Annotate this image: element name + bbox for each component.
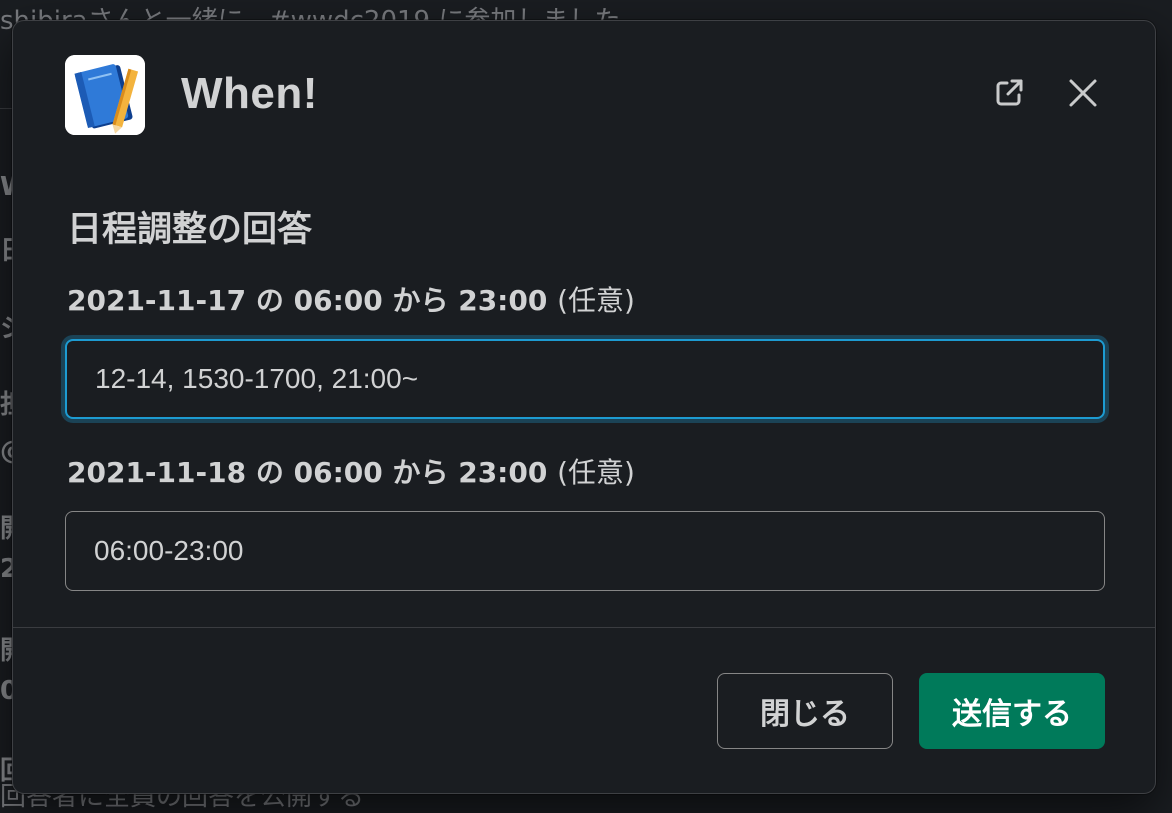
modal-title: When! — [181, 69, 318, 118]
close-icon — [1067, 77, 1099, 113]
field-label-2021-11-18: 2021-11-18 の 06:00 から 23:00 (任意) — [67, 451, 635, 491]
field-label-text: 2021-11-17 の 06:00 から 23:00 — [67, 284, 548, 317]
field-label-text: 2021-11-18 の 06:00 から 23:00 — [67, 456, 548, 489]
field-label-2021-11-17: 2021-11-17 の 06:00 から 23:00 (任意) — [67, 279, 635, 319]
close-modal-button[interactable] — [1063, 75, 1103, 115]
submit-button[interactable]: 送信する — [919, 673, 1105, 749]
optional-tag: (任意) — [557, 284, 635, 317]
footer-divider — [13, 627, 1155, 628]
notebook-app-icon — [65, 55, 145, 135]
close-button[interactable]: 閉じる — [717, 673, 893, 749]
input-value: 06:00-23:00 — [94, 535, 244, 566]
availability-input-2021-11-18[interactable]: 06:00-23:00 — [65, 511, 1105, 591]
availability-input-2021-11-17[interactable]: 12-14, 1530-1700, 21:00~ — [65, 339, 1105, 419]
modal-dialog: When! 日程調整の回答 2021-11-17 の 06:00 から 23:0… — [12, 20, 1156, 794]
section-title: 日程調整の回答 — [67, 210, 313, 250]
optional-tag: (任意) — [557, 456, 635, 489]
input-value: 12-14, 1530-1700, 21:00~ — [95, 363, 419, 394]
open-external-button[interactable] — [989, 75, 1029, 115]
external-link-icon — [992, 76, 1026, 114]
